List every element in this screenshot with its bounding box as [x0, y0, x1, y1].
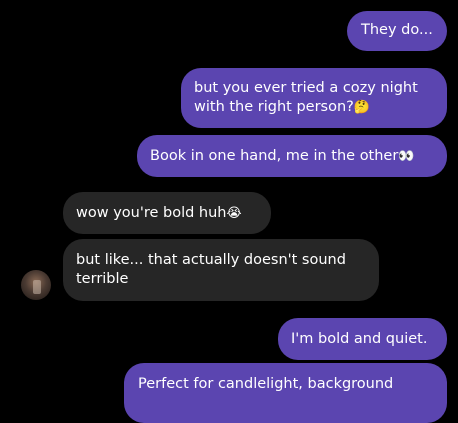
eyes-emoji-icon: 👀 — [398, 149, 415, 164]
message-text: wow you're bold huh — [76, 205, 227, 221]
message-text: Book in one hand, me in the other — [150, 148, 399, 164]
message-text-line: with the right person? — [194, 99, 354, 115]
received-message-bubble[interactable]: but like... that actually doesn't sound … — [63, 239, 379, 301]
message-text: I'm bold and quiet. — [291, 331, 428, 347]
message-text: They do... — [361, 22, 433, 38]
thinking-face-emoji-icon: 🤔 — [353, 100, 371, 115]
sent-message-bubble[interactable]: I'm bold and quiet. — [278, 318, 447, 360]
contact-avatar[interactable] — [21, 270, 51, 300]
sent-message-bubble[interactable]: Book in one hand, me in the other👀 — [137, 135, 447, 177]
message-text-line: terrible — [76, 271, 129, 287]
sent-message-bubble[interactable]: Perfect for candlelight, background — [124, 363, 447, 423]
message-text-line: but like... that actually doesn't sound — [76, 252, 346, 268]
message-text: Perfect for candlelight, background — [138, 376, 394, 392]
sent-message-bubble[interactable]: but you ever tried a cozy night with the… — [181, 68, 447, 128]
message-text-line: but you ever tried a cozy night — [194, 80, 418, 96]
loudly-crying-face-emoji-icon: 😭 — [226, 206, 242, 221]
sent-message-bubble[interactable]: They do... — [347, 11, 447, 51]
received-message-bubble[interactable]: wow you're bold huh😭 — [63, 192, 271, 234]
